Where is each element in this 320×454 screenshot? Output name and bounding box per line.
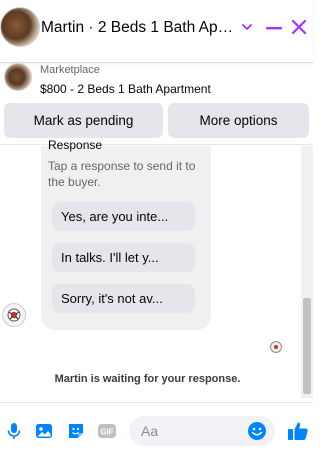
listing-title[interactable]: $800 - 2 Beds 1 Bath Apartment: [40, 82, 211, 96]
more-options-button[interactable]: More options: [168, 103, 309, 138]
scrollbar-thumb[interactable]: [303, 298, 311, 394]
seen-indicator-avatar: [270, 341, 282, 353]
microphone-icon[interactable]: [4, 421, 24, 441]
chevron-down-icon[interactable]: [240, 20, 254, 34]
suggested-reply-in-talks[interactable]: In talks. I'll let y...: [52, 243, 195, 272]
suggested-responses-bubble: Response Tap a response to send it to th…: [41, 138, 211, 330]
chat-header: Martin · 2 Beds 1 Bath Apa...: [0, 0, 313, 63]
mark-as-pending-button[interactable]: Mark as pending: [4, 103, 163, 138]
suggested-reply-not-available[interactable]: Sorry, it's not av...: [52, 284, 195, 313]
responses-hint: Tap a response to send it to the buyer.: [48, 159, 196, 189]
minimize-icon[interactable]: [265, 20, 283, 36]
divider: [0, 144, 313, 145]
suggested-reply-available[interactable]: Yes, are you inte...: [52, 202, 195, 231]
emoji-icon[interactable]: [247, 421, 267, 441]
chat-title[interactable]: Martin · 2 Beds 1 Bath Apa...: [41, 19, 236, 37]
photo-icon[interactable]: [34, 421, 54, 441]
thumbs-up-icon[interactable]: [286, 419, 310, 443]
close-icon[interactable]: [291, 19, 307, 35]
gif-icon[interactable]: GIF: [97, 421, 117, 441]
listing-source: Marketplace: [40, 64, 100, 76]
sender-avatar[interactable]: [2, 303, 26, 327]
composer-divider: [0, 402, 313, 403]
waiting-status: Martin is waiting for your response.: [54, 373, 241, 385]
contact-avatar[interactable]: [0, 7, 40, 47]
sticker-icon[interactable]: [66, 421, 86, 441]
listing-thumbnail[interactable]: [4, 63, 32, 91]
responses-heading: Response: [48, 138, 103, 152]
svg-text:GIF: GIF: [100, 428, 113, 437]
